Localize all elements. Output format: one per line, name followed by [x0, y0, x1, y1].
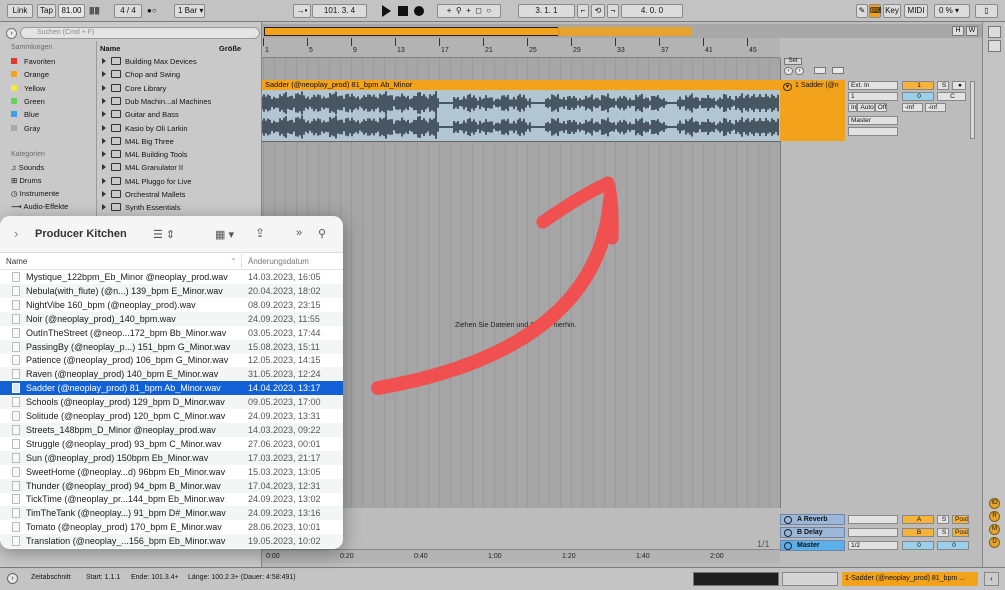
arrow-shaft [371, 193, 617, 395]
red-arrow-annotation [371, 176, 619, 395]
